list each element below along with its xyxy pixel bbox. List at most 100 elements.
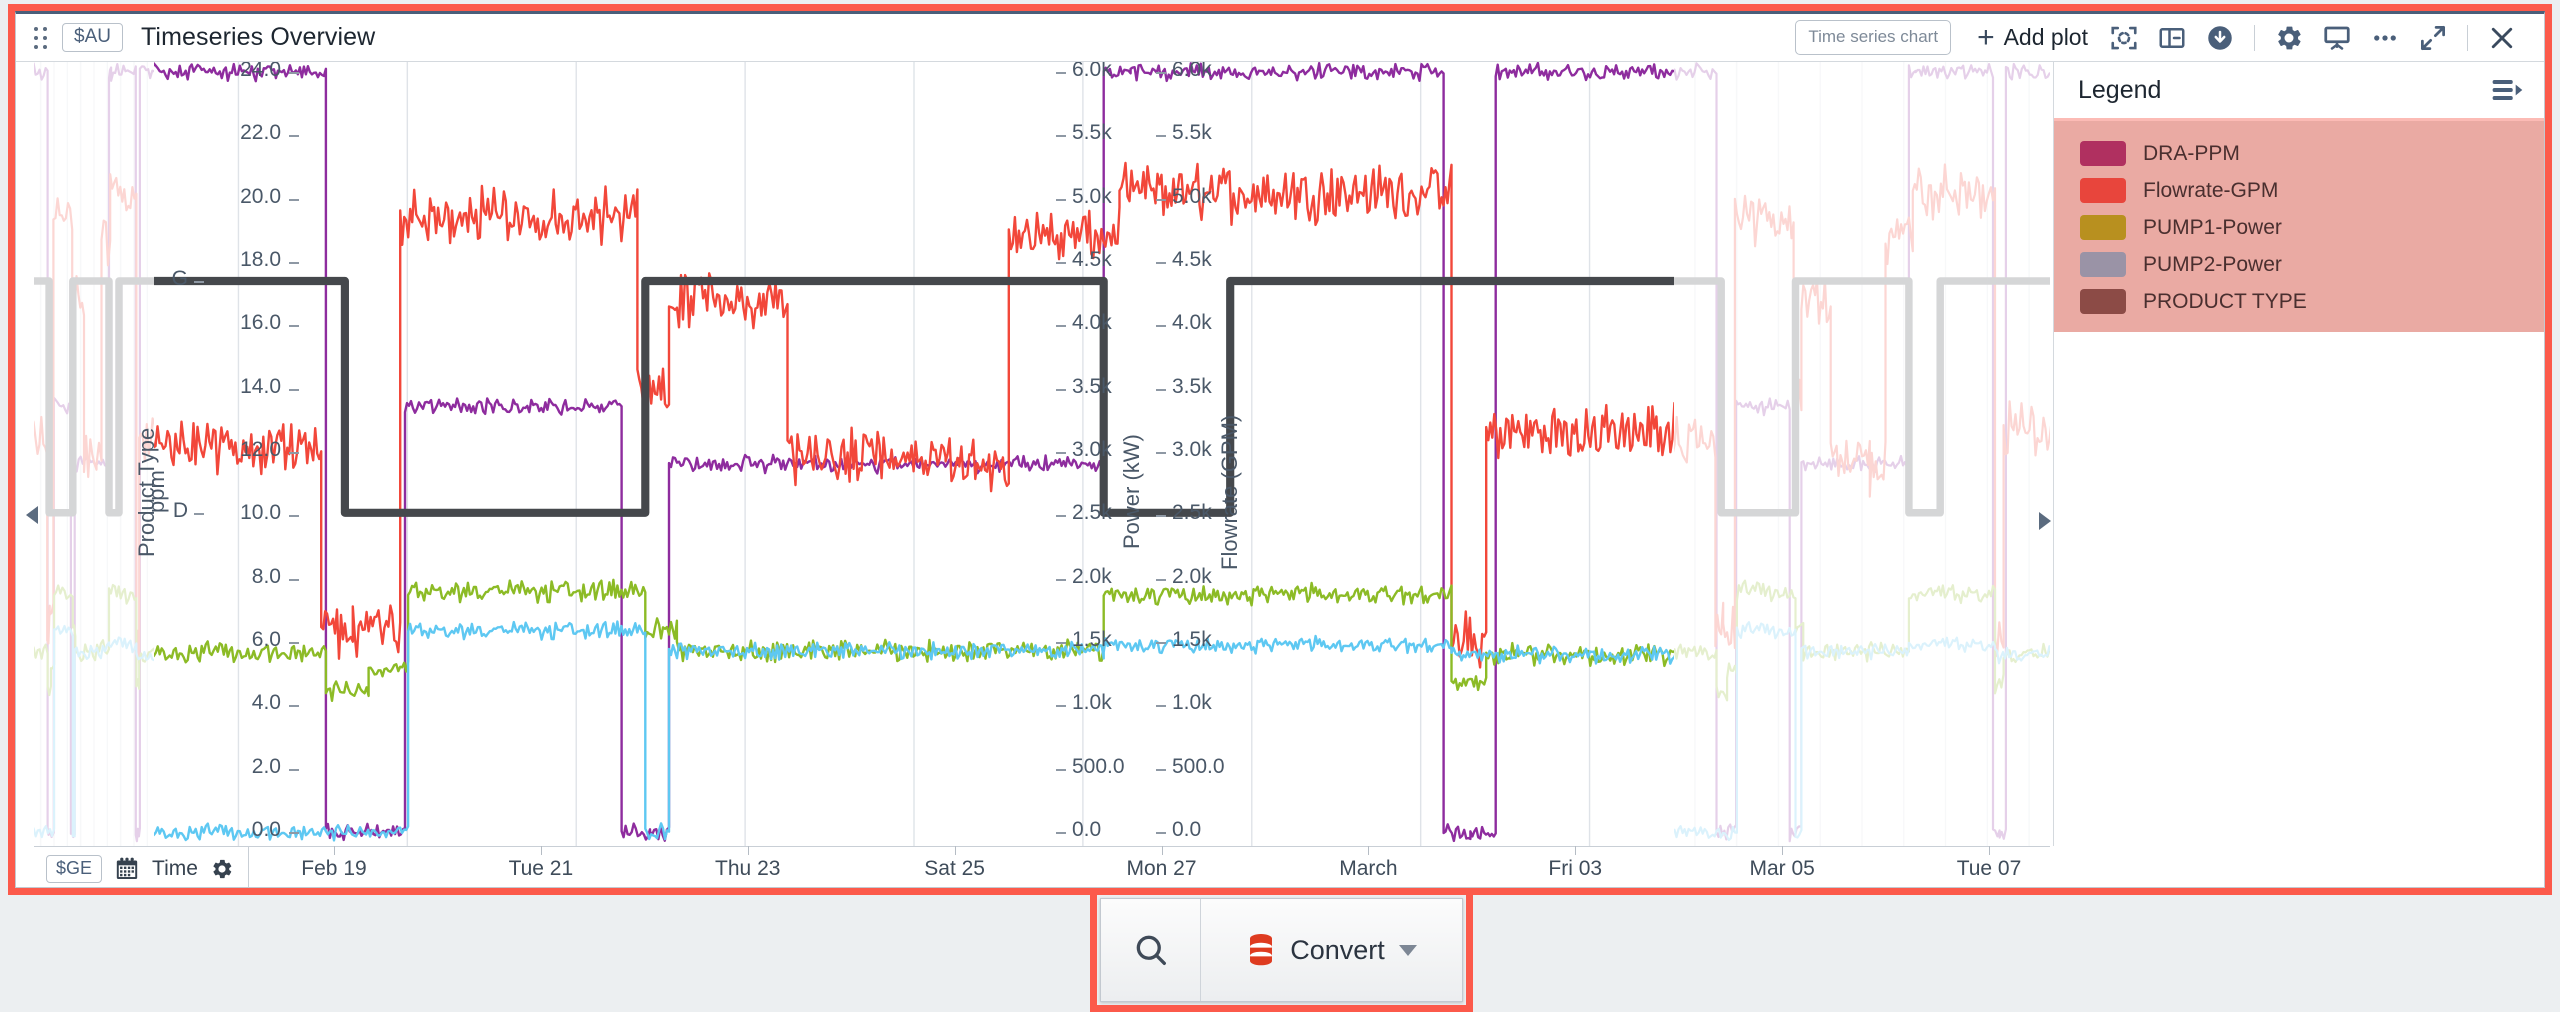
- calendar-icon[interactable]: [114, 856, 140, 882]
- axis-tick-label: 8.0: [251, 564, 281, 588]
- chart-type-selector[interactable]: Time series chart: [1795, 20, 1952, 55]
- scope-badge-ge[interactable]: $GE: [46, 855, 103, 883]
- x-tick-label: Tue 07: [1956, 857, 2022, 880]
- legend-item[interactable]: Flowrate-GPM: [2054, 172, 2544, 209]
- x-tick-label: Fri 03: [1548, 857, 1603, 880]
- legend-color-swatch: [2080, 178, 2126, 203]
- gear-icon[interactable]: [2265, 17, 2313, 59]
- axis-tick-label: 500.0: [1072, 754, 1125, 778]
- axis-tick-label: 14.0: [240, 374, 281, 398]
- convert-label: Convert: [1290, 934, 1385, 965]
- axis-tick-label: 3.5k: [1072, 374, 1112, 398]
- x-tick-mark: [334, 846, 335, 855]
- x-tick-label: Tue 21: [508, 857, 574, 880]
- axis-tick-label: 18.0: [240, 248, 281, 271]
- convert-dropdown-button[interactable]: Convert: [1201, 899, 1462, 1001]
- chart-window-panel: $AU Timeseries Overview Time series char…: [15, 11, 2545, 888]
- axis-tick-mark: [1056, 135, 1066, 138]
- x-tick-mark: [1989, 846, 1990, 855]
- axis-tick-label: 22.0: [240, 121, 281, 145]
- legend-item[interactable]: PRODUCT TYPE: [2054, 283, 2544, 320]
- search-icon[interactable]: [1101, 899, 1201, 1001]
- legend-item[interactable]: PUMP2-Power: [2054, 246, 2544, 283]
- download-circle-icon[interactable]: [2196, 17, 2244, 59]
- timeseries-plot: [34, 62, 2050, 846]
- axis-tick-label: 10.0: [240, 501, 281, 525]
- axis-tick-mark: [1056, 452, 1066, 454]
- arrow-left-icon[interactable]: [26, 506, 38, 524]
- axis-tick-mark: [289, 262, 299, 264]
- axis-tick-mark: [289, 642, 299, 644]
- axis-tick-label: 1.5k: [1072, 628, 1112, 651]
- axis-tick-label: 4.0: [251, 691, 281, 715]
- axis-tick-label: G: [171, 267, 188, 290]
- toolbar-divider-2: [2467, 24, 2468, 51]
- legend-item[interactable]: PUMP1-Power: [2054, 209, 2544, 246]
- axis-tick-mark: [1156, 388, 1166, 391]
- axis-title: Flowrate (GPM): [1217, 414, 1242, 570]
- axis-tick-label: 24.0: [240, 62, 281, 81]
- axis-tick-mark: [1056, 578, 1066, 581]
- legend-color-swatch: [2080, 215, 2126, 240]
- axis-tick-label: 5.5k: [1072, 121, 1112, 145]
- axis-tick-mark: [1056, 72, 1066, 74]
- x-tick-mark: [1782, 846, 1784, 855]
- legend-item-label: Flowrate-GPM: [2143, 178, 2279, 202]
- toolbar-divider-1: [2254, 24, 2255, 51]
- axis-tick-label: 2.0: [251, 754, 281, 778]
- fullscreen-expand-icon[interactable]: [2409, 17, 2457, 59]
- axis-tick-mark: [1156, 325, 1166, 328]
- database-icon: [1246, 933, 1276, 967]
- close-icon[interactable]: [2478, 17, 2526, 59]
- legend-color-swatch: [2080, 252, 2126, 277]
- axis-tick-mark: [1156, 832, 1166, 834]
- axis-tick-mark: [1156, 578, 1166, 581]
- axis-tick-mark: [289, 515, 299, 518]
- x-tick-mark: [1575, 846, 1577, 855]
- axis-tick-mark: [1056, 388, 1066, 391]
- x-tick-mark: [954, 846, 956, 855]
- axis-tick-mark: [1156, 452, 1166, 454]
- legend-title: Legend: [2078, 75, 2162, 104]
- legend-item-label: DRA-PPM: [2143, 141, 2240, 165]
- legend-item[interactable]: DRA-PPM: [2054, 135, 2544, 172]
- x-axis-controls: $GE Time: [34, 847, 249, 887]
- legend-item-label: PUMP2-Power: [2143, 252, 2282, 276]
- x-axis-gear-icon[interactable]: [210, 857, 234, 881]
- window-header: $AU Timeseries Overview Time series char…: [16, 14, 2544, 62]
- x-tick-label: Mar 05: [1749, 857, 1815, 880]
- axis-tick-mark: [289, 578, 299, 581]
- axis-tick-mark: [289, 832, 299, 834]
- axis-tick-mark: [1056, 642, 1066, 644]
- add-plot-button[interactable]: + Add plot: [1973, 17, 2100, 59]
- axis-tick-label: 1.0k: [1072, 691, 1112, 715]
- axis-tick-mark: [1056, 262, 1066, 264]
- axis-tick-label: 5.0k: [1172, 184, 1212, 208]
- legend-panel: Legend DRA-PPM Flowrate-GPM PUMP1-Power PUM…: [2053, 62, 2544, 846]
- plot-area[interactable]: ppm 0.0 2.0 4.0 6.0 8.0 10.0 12.0 14.0 16.0 18.0 20…: [34, 62, 2050, 846]
- axis-tick-mark: [1056, 705, 1066, 708]
- axis-tick-mark: [1156, 768, 1166, 771]
- x-axis: $GE Time Feb 19 Tue 21 Thu 23 Sat 25 Mon…: [34, 846, 2050, 887]
- scope-badge-au[interactable]: $AU: [62, 22, 123, 53]
- presentation-icon[interactable]: [2313, 17, 2361, 59]
- axis-title: Product Type: [134, 427, 159, 557]
- axis-tick-label: 20.0: [240, 184, 281, 208]
- split-panel-icon[interactable]: [2148, 17, 2196, 59]
- axis-tick-label: 2.5k: [1172, 501, 1212, 525]
- axis-tick-label: 0.0: [251, 818, 281, 841]
- more-horizontal-icon[interactable]: [2361, 17, 2409, 59]
- chart-body: ppm 0.0 2.0 4.0 6.0 8.0 10.0 12.0 14.0 16.0 18.0 20…: [16, 62, 2544, 887]
- axis-tick-label: 4.5k: [1072, 248, 1112, 271]
- axis-tick-label: 5.5k: [1172, 121, 1212, 145]
- axis-tick-mark: [1056, 325, 1066, 328]
- crop-focus-icon[interactable]: [2100, 17, 2148, 59]
- add-plot-label: Add plot: [2003, 24, 2088, 50]
- legend-item-label: PUMP1-Power: [2143, 215, 2282, 239]
- drag-dots-icon[interactable]: [34, 26, 48, 49]
- list-collapse-icon[interactable]: [2491, 77, 2525, 103]
- axis-tick-mark: [289, 198, 299, 201]
- arrow-right-icon[interactable]: [2039, 512, 2051, 530]
- axis-tick-label: 6.0k: [1172, 62, 1212, 81]
- chevron-down-icon: [1398, 944, 1417, 956]
